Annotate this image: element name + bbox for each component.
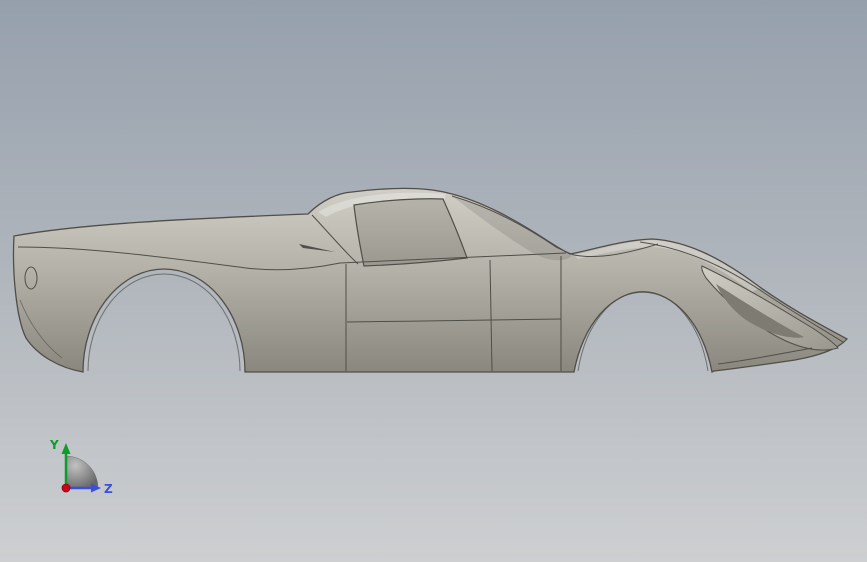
z-axis-label: Z (104, 482, 113, 496)
triad-fan (65, 455, 99, 489)
y-axis-arrowhead (61, 443, 71, 454)
x-axis-dot (61, 483, 71, 493)
y-axis-label: Y (49, 438, 59, 452)
cad-viewport[interactable]: Y Z (0, 0, 867, 562)
orientation-triad: Y Z (49, 438, 113, 496)
car-body-model[interactable] (0, 0, 867, 562)
